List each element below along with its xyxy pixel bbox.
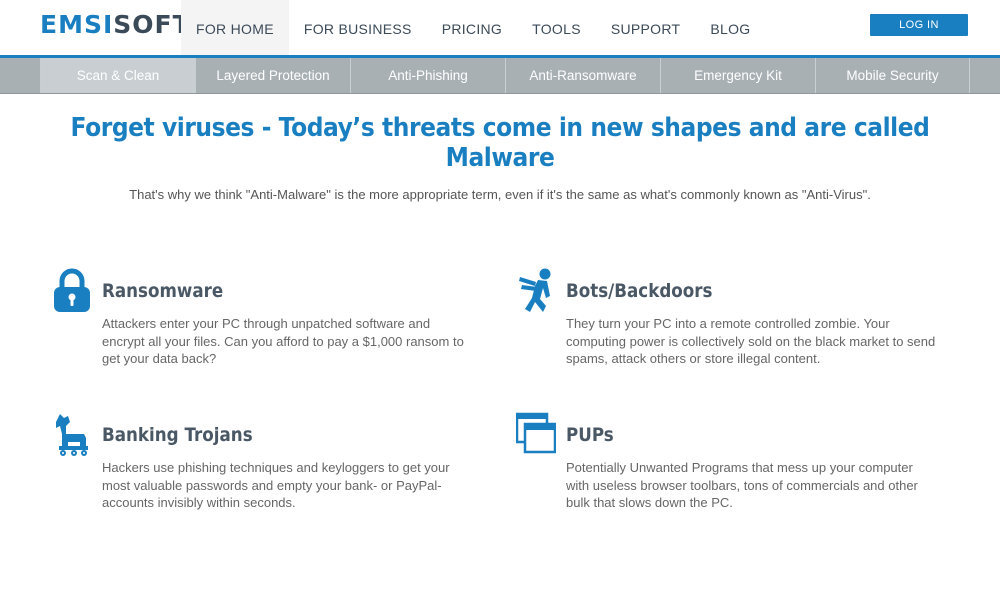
trojan-horse-icon <box>52 412 92 458</box>
subtab-scan-clean[interactable]: Scan & Clean <box>40 58 195 93</box>
page-headline: Forget viruses - Today’s threats come in… <box>70 113 930 173</box>
subtab-emergency-kit[interactable]: Emergency Kit <box>660 58 815 93</box>
page-subline: That's why we think "Anti-Malware" is th… <box>129 187 871 202</box>
nav-item-support[interactable]: SUPPORT <box>596 0 696 58</box>
feature-title: Ransomware <box>102 280 224 302</box>
feature-title: PUPs <box>566 424 614 446</box>
login-button[interactable]: LOG IN <box>870 14 968 36</box>
lock-icon <box>52 268 92 314</box>
header: EMSISOFT FOR HOME FOR BUSINESS PRICING T… <box>0 0 1000 58</box>
logo-part-2: SOFT <box>113 10 191 39</box>
nav-item-tools[interactable]: TOOLS <box>517 0 596 58</box>
emsisoft-logo[interactable]: EMSISOFT <box>40 10 191 39</box>
feature-text: They turn your PC into a remote controll… <box>566 316 936 366</box>
zombie-icon <box>516 268 556 314</box>
nav-item-pricing[interactable]: PRICING <box>427 0 517 58</box>
subtab-anti-phishing[interactable]: Anti-Phishing <box>350 58 505 93</box>
sub-nav: Scan & Clean Layered Protection Anti-Phi… <box>0 58 1000 94</box>
logo-part-1: EMSI <box>40 10 114 39</box>
browser-windows-icon <box>515 412 557 458</box>
feature-title: Bots/Backdoors <box>566 280 713 302</box>
subtab-layered-protection[interactable]: Layered Protection <box>195 58 350 93</box>
nav-item-for-home[interactable]: FOR HOME <box>181 0 289 58</box>
feature-title: Banking Trojans <box>102 424 253 446</box>
feature-text: Potentially Unwanted Programs that mess … <box>566 460 918 510</box>
nav-item-for-business[interactable]: FOR BUSINESS <box>289 0 427 58</box>
subtab-mobile-security[interactable]: Mobile Security <box>815 58 970 93</box>
feature-text: Attackers enter your PC through unpatche… <box>102 316 464 366</box>
feature-text: Hackers use phishing techniques and keyl… <box>102 460 450 510</box>
subtab-anti-ransomware[interactable]: Anti-Ransomware <box>505 58 660 93</box>
nav-item-blog[interactable]: BLOG <box>695 0 765 58</box>
main-nav: FOR HOME FOR BUSINESS PRICING TOOLS SUPP… <box>181 0 765 58</box>
